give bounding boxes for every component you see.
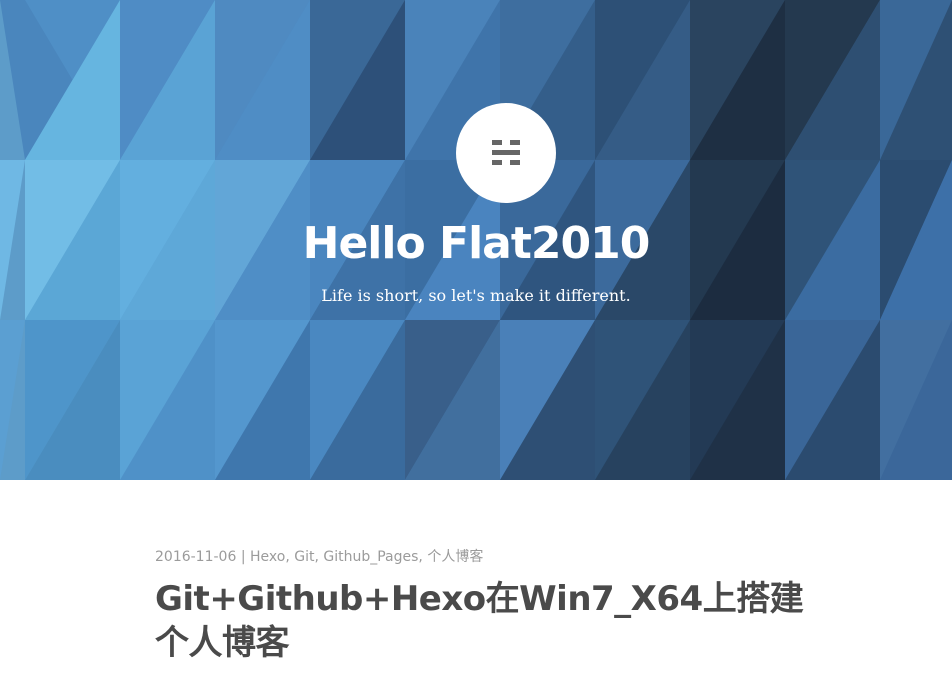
- post-summary: 2016-11-06 | Hexo, Git, Github_Pages, 个人…: [155, 545, 855, 665]
- post-meta: 2016-11-06 | Hexo, Git, Github_Pages, 个人…: [155, 545, 855, 569]
- tag-personal-blog[interactable]: 个人博客: [427, 549, 483, 565]
- post-date: 2016-11-06: [155, 549, 237, 565]
- tag-github-pages[interactable]: Github_Pages: [323, 549, 418, 565]
- tag-separator: ,: [418, 549, 428, 565]
- site-title[interactable]: Hello Flat2010: [0, 214, 952, 274]
- hexo-logo-icon: [492, 140, 520, 165]
- page: Hello Flat2010 Life is short, so let's m…: [0, 0, 952, 680]
- site-subtitle: Life is short, so let's make it differen…: [321, 286, 631, 305]
- site-header: Hello Flat2010 Life is short, so let's m…: [0, 0, 952, 480]
- site-logo-link[interactable]: [456, 103, 556, 203]
- post-title[interactable]: Git+Github+Hexo在Win7_X64上搭建个人博客: [155, 577, 835, 665]
- meta-separator: |: [236, 549, 250, 565]
- tag-separator: ,: [285, 549, 295, 565]
- tag-git[interactable]: Git: [294, 549, 314, 565]
- tag-hexo[interactable]: Hexo: [250, 549, 285, 565]
